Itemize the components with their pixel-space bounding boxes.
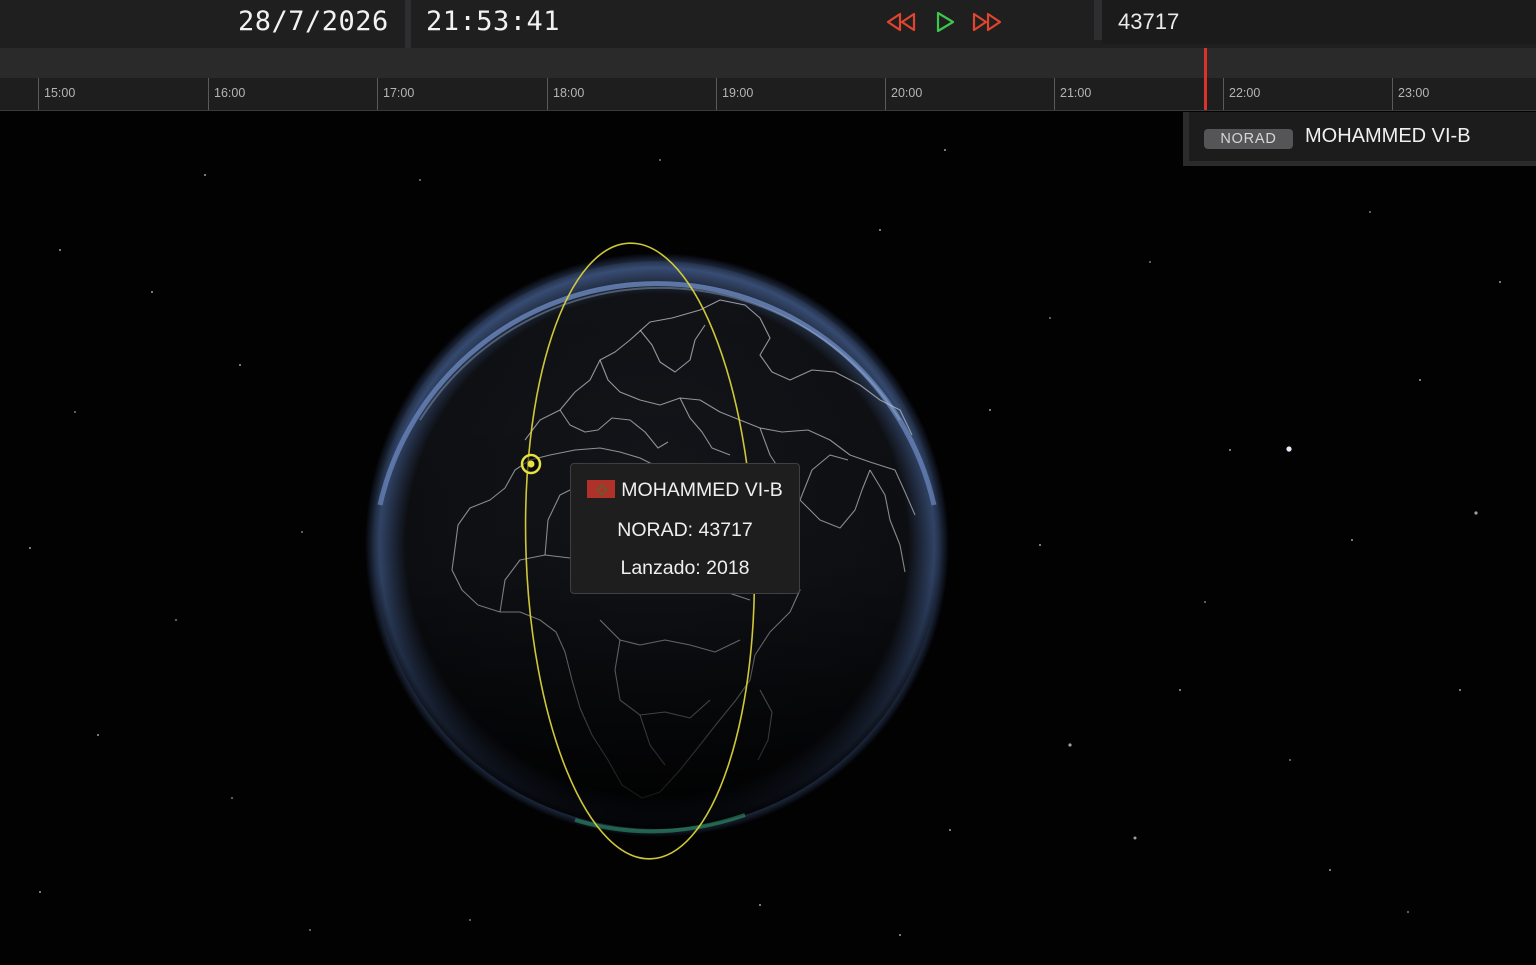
popup-norad: NORAD: 43717 <box>617 519 753 541</box>
current-time-marker[interactable] <box>1204 48 1207 110</box>
timeline-tick: 17:00 <box>377 78 414 110</box>
popup-launch-year: Lanzado: 2018 <box>620 557 750 579</box>
tick-label: 18:00 <box>553 86 585 100</box>
timeline-tick: 18:00 <box>547 78 584 110</box>
tick-label: 23:00 <box>1398 86 1430 100</box>
timeline-track[interactable] <box>0 48 1536 78</box>
timeline-tick: 22:00 <box>1223 78 1260 110</box>
search-input[interactable] <box>1102 0 1536 44</box>
fast-forward-button[interactable] <box>970 8 1004 36</box>
timeline-tick: 20:00 <box>885 78 922 110</box>
play-button[interactable] <box>932 8 966 36</box>
satellite-info-popup[interactable]: MOHAMMED VI-B NORAD: 43717 Lanzado: 2018 <box>570 463 800 594</box>
norad-badge: NORAD <box>1204 129 1293 149</box>
rewind-icon <box>886 12 916 32</box>
timeline-tick: 19:00 <box>716 78 753 110</box>
timeline-tick: 23:00 <box>1392 78 1429 110</box>
morocco-flag-icon <box>587 480 616 498</box>
tick-label: 15:00 <box>44 86 76 100</box>
divider <box>405 0 411 48</box>
tick-label: 20:00 <box>891 86 923 100</box>
list-item[interactable]: NORAD MOHAMMED VI-B <box>1189 112 1536 161</box>
timeline-tick: 21:00 <box>1054 78 1091 110</box>
satellite-name: MOHAMMED VI-B <box>1305 125 1471 147</box>
time-display[interactable]: 21:53:41 <box>426 4 560 40</box>
timeline-tick: 16:00 <box>208 78 245 110</box>
timeline-tick: 15:00 <box>38 78 75 110</box>
tick-label: 16:00 <box>214 86 246 100</box>
play-icon <box>936 11 955 33</box>
divider <box>1094 0 1102 40</box>
tick-label: 19:00 <box>722 86 754 100</box>
tick-label: 21:00 <box>1060 86 1092 100</box>
tick-label: 17:00 <box>383 86 415 100</box>
popup-satellite-name: MOHAMMED VI-B <box>621 479 783 501</box>
top-bar: 28/7/2026 21:53:41 <box>0 0 1536 48</box>
timeline[interactable]: 15:00 16:00 17:00 18:00 19:00 20:00 21:0… <box>0 78 1536 111</box>
date-display[interactable]: 28/7/2026 <box>238 4 389 40</box>
satellite-tracker-app: 28/7/2026 21:53:41 15:00 16:00 17:00 <box>0 0 1536 965</box>
bright-star <box>1286 446 1292 452</box>
satellite-results-list: NORAD MOHAMMED VI-B <box>1183 112 1536 166</box>
fast-forward-icon <box>972 12 1002 32</box>
rewind-button[interactable] <box>884 8 918 36</box>
tick-label: 22:00 <box>1229 86 1261 100</box>
globe-viewport[interactable]: MOHAMMED VI-B NORAD: 43717 Lanzado: 2018 <box>0 111 1536 965</box>
popup-title: MOHAMMED VI-B <box>571 479 799 502</box>
satellite-marker[interactable] <box>520 453 542 475</box>
